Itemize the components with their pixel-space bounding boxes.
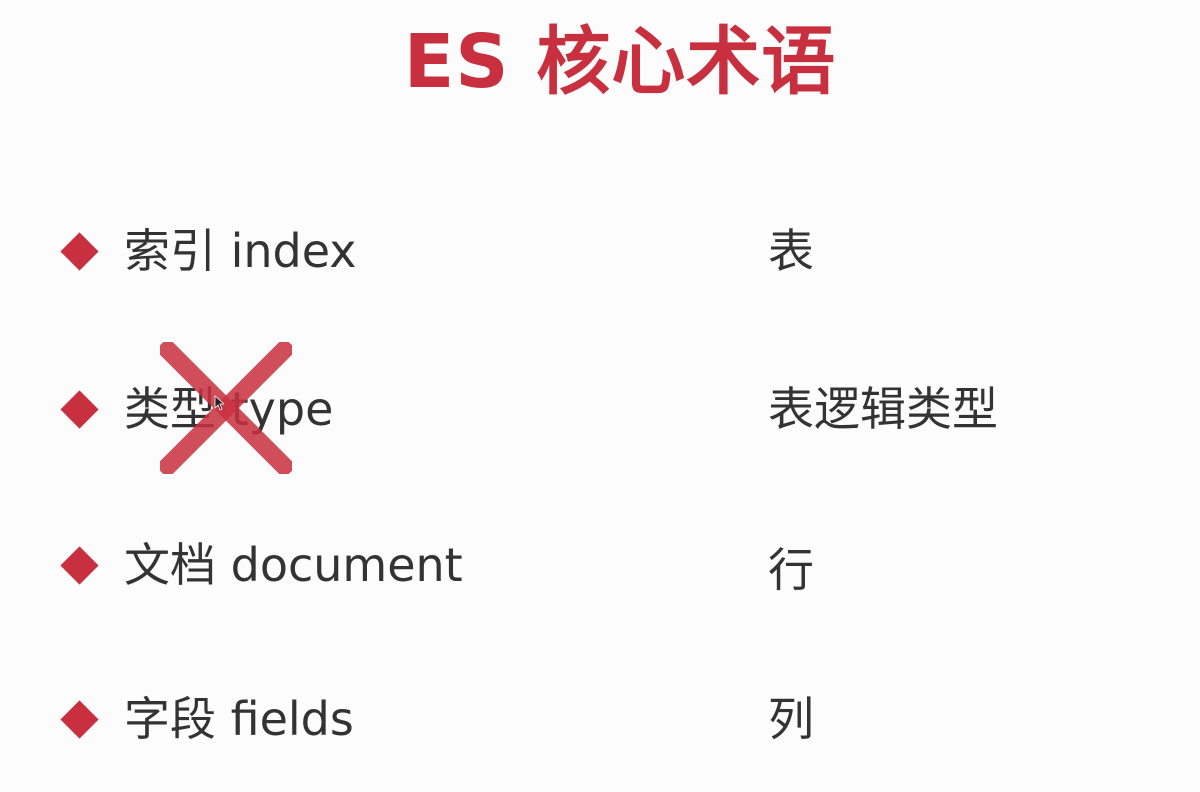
- diamond-bullet-icon: [60, 232, 99, 271]
- term-row-index: 索引 index 表: [0, 218, 1200, 288]
- term-row-fields: 字段 fields 列: [0, 686, 1200, 756]
- diamond-bullet-icon: [60, 546, 99, 585]
- term-meaning: 列: [768, 692, 814, 746]
- diamond-bullet-icon: [60, 700, 99, 739]
- term-row-document: 文档 document 行: [0, 532, 1200, 602]
- cross-mark-icon: [160, 342, 292, 474]
- slide: ES 核心术语 索引 index 表 类型 type 表逻辑类型 文档 docu…: [0, 0, 1200, 792]
- mouse-pointer-icon: [214, 395, 224, 411]
- term-label: 字段 fields: [124, 692, 354, 746]
- term-meaning: 表逻辑类型: [768, 382, 998, 436]
- term-meaning: 表: [768, 224, 814, 278]
- term-label: 文档 document: [124, 538, 463, 592]
- term-label: 索引 index: [124, 224, 357, 278]
- term-meaning: 行: [768, 543, 814, 597]
- slide-title: ES 核心术语: [403, 19, 837, 105]
- diamond-bullet-icon: [60, 390, 99, 429]
